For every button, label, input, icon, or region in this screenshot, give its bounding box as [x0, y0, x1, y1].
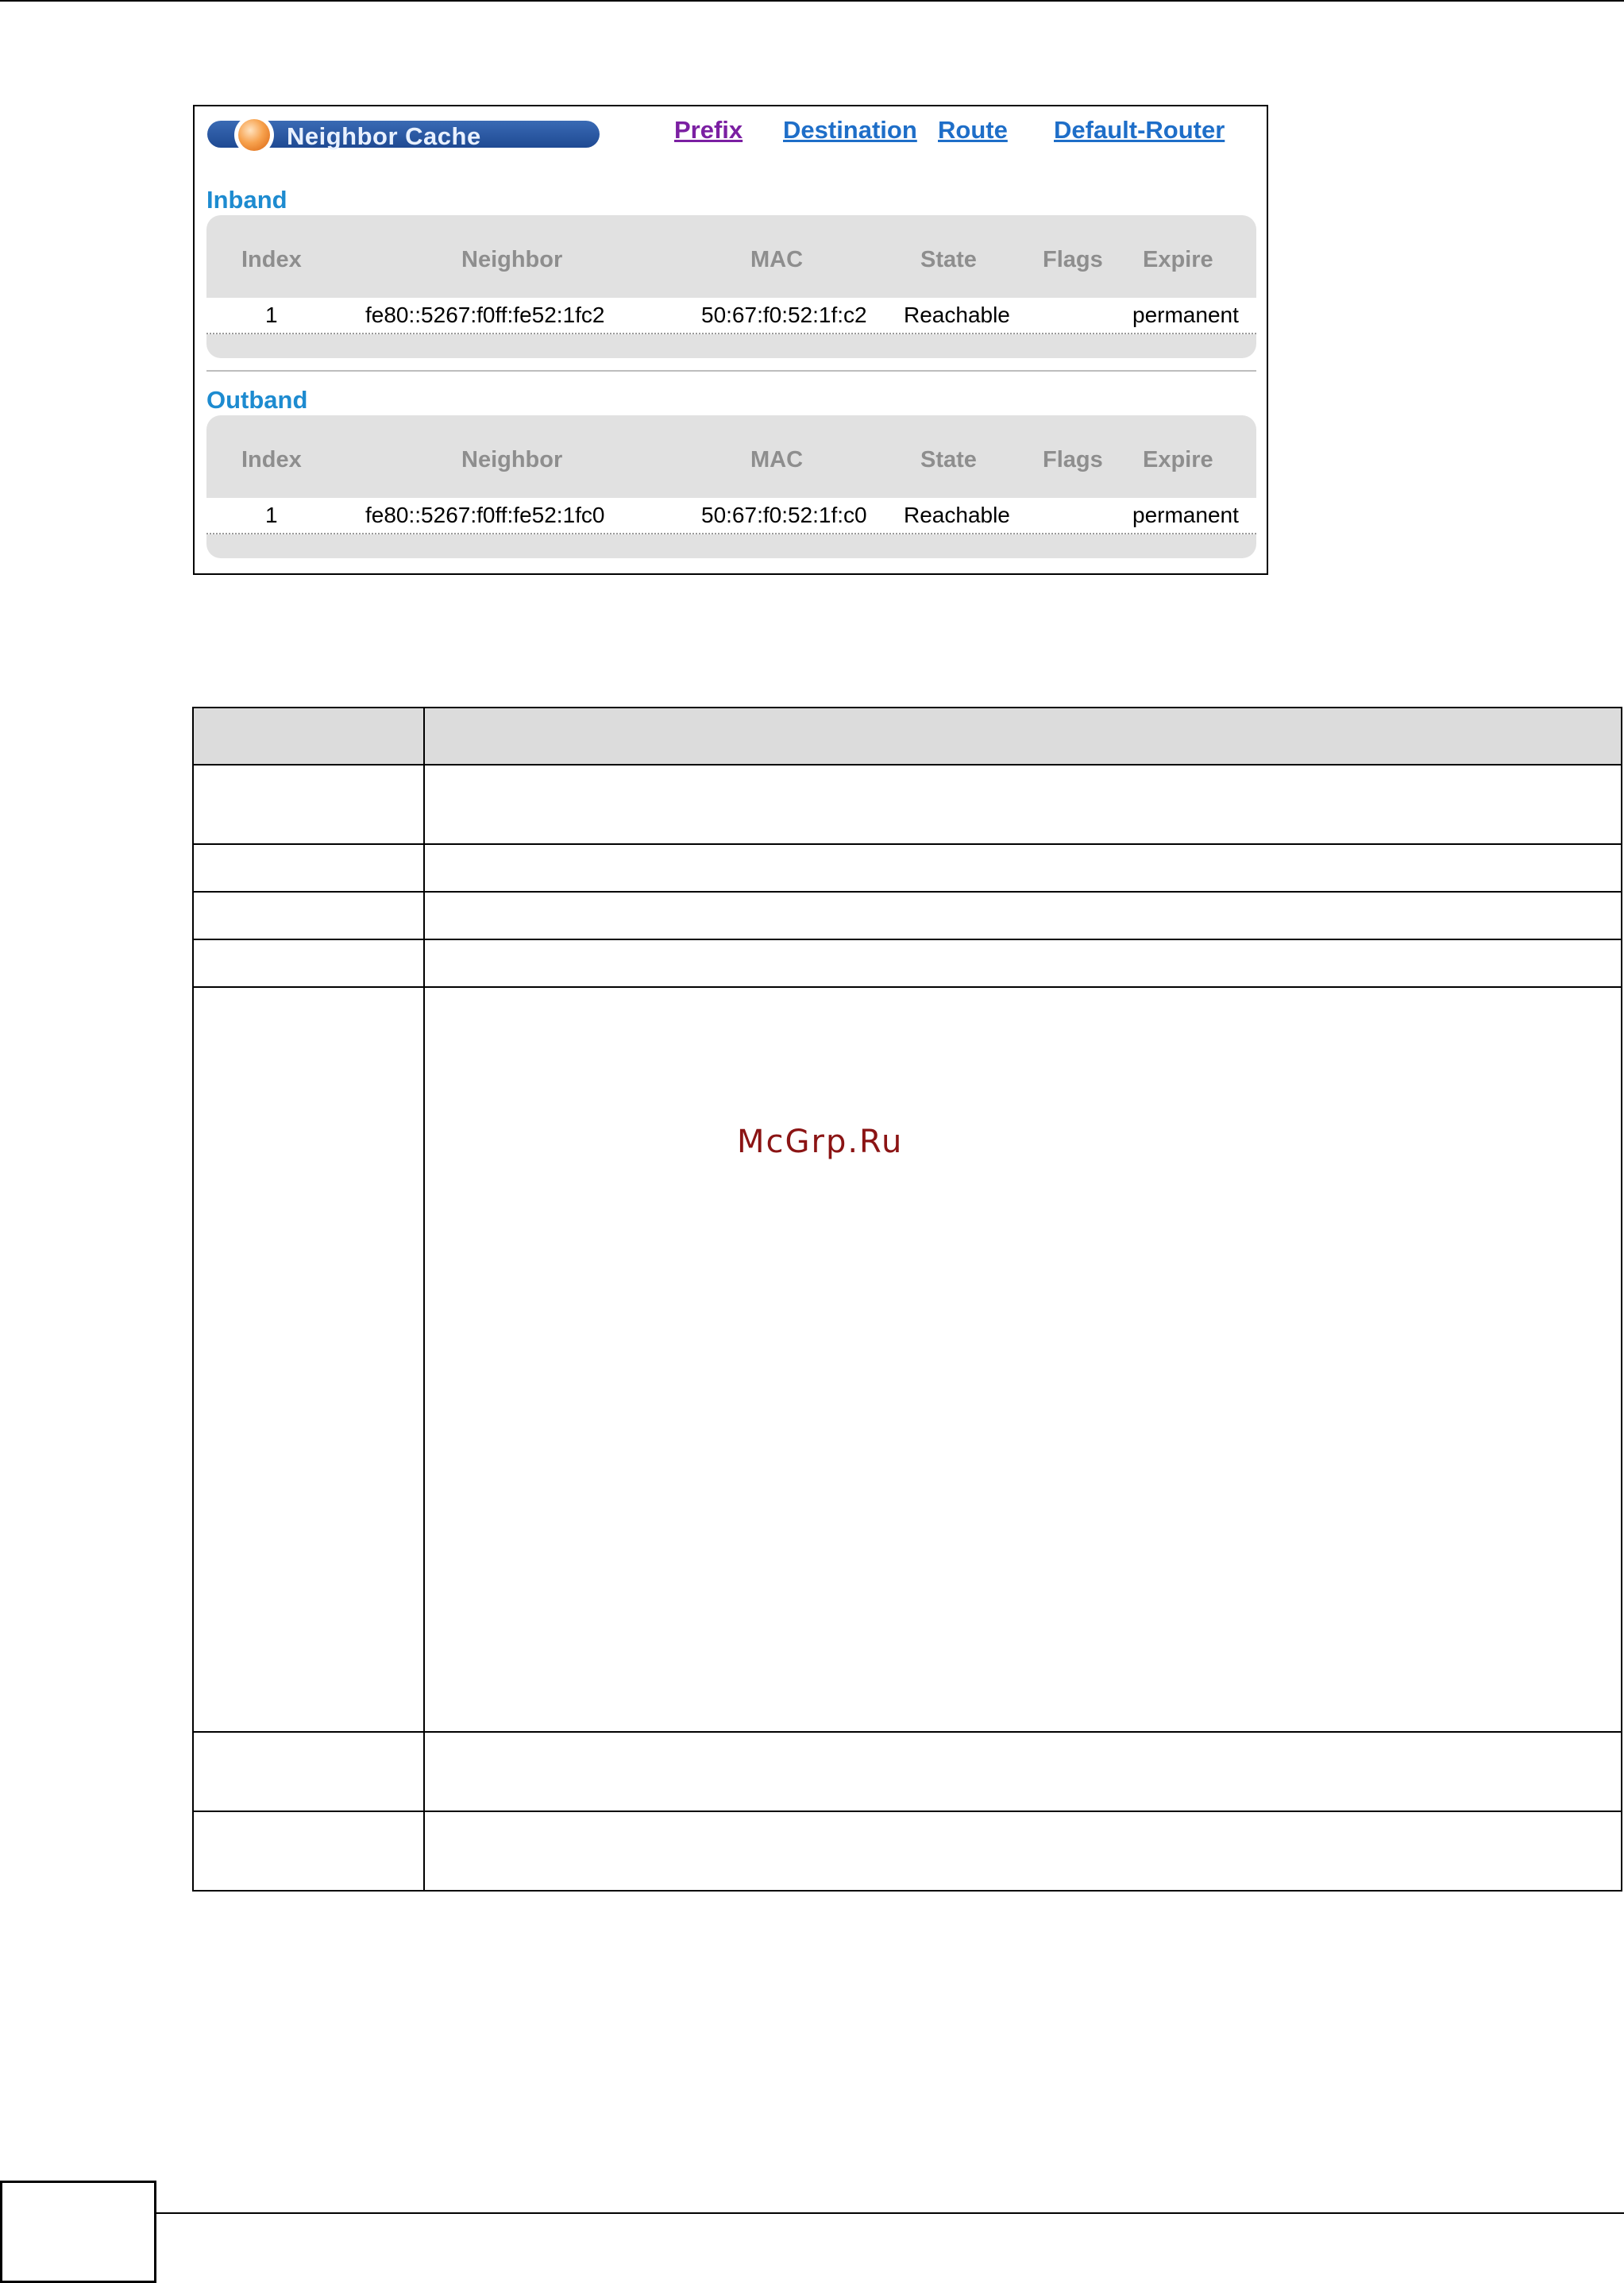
page-top-rule [0, 0, 1624, 2]
column-header-expire: Expire [1143, 247, 1213, 272]
cell-index: 1 [265, 503, 278, 527]
row-divider [194, 986, 1621, 988]
column-header-mac: MAC [750, 247, 804, 272]
column-header-mac: MAC [750, 447, 804, 472]
column-header-state: State [920, 447, 977, 472]
row-divider [194, 939, 1621, 940]
column-header-flags: Flags [1043, 247, 1103, 272]
outband-table: Index Neighbor MAC State Flags Expire 1 … [206, 415, 1256, 558]
column-header-neighbor: Neighbor [461, 447, 563, 472]
table-row[interactable]: 1 fe80::5267:f0ff:fe52:1fc0 50:67:f0:52:… [206, 498, 1256, 534]
cell-index: 1 [265, 303, 278, 327]
cell-state: Reachable [904, 303, 1010, 327]
outband-title: Outband [206, 386, 308, 414]
title-bar: Neighbor Cache [207, 115, 600, 155]
row-divider [194, 1811, 1621, 1812]
default-router-link[interactable]: Default-Router [1054, 116, 1225, 145]
orange-ball-icon [234, 115, 274, 155]
cell-state: Reachable [904, 503, 1010, 527]
row-divider [194, 843, 1621, 845]
table-row[interactable]: 1 fe80::5267:f0ff:fe52:1fc2 50:67:f0:52:… [206, 298, 1256, 334]
field-description-table [192, 707, 1622, 1892]
cell-mac: 50:67:f0:52:1f:c2 [701, 303, 867, 327]
cell-mac: 50:67:f0:52:1f:c0 [701, 503, 867, 527]
footer-rule [0, 2212, 1624, 2214]
panel-title: Neighbor Cache [287, 122, 481, 150]
column-header-index: Index [241, 247, 302, 272]
destination-link[interactable]: Destination [783, 116, 917, 145]
neighbor-cache-panel: Neighbor Cache Prefix Destination Route … [193, 105, 1268, 575]
page-number-box [0, 2181, 156, 2283]
route-link[interactable]: Route [938, 116, 1008, 145]
cell-neighbor: fe80::5267:f0ff:fe52:1fc0 [365, 503, 605, 527]
cell-expire: permanent [1132, 503, 1239, 527]
inband-title: Inband [206, 186, 287, 214]
column-header-neighbor: Neighbor [461, 247, 563, 272]
watermark: McGrp.Ru [737, 1124, 904, 1160]
column-header-state: State [920, 247, 977, 272]
row-divider [194, 1731, 1621, 1733]
cell-expire: permanent [1132, 303, 1239, 327]
section-divider [206, 370, 1256, 372]
description-table-header [194, 708, 1621, 765]
column-divider [423, 708, 425, 1890]
row-divider [194, 891, 1621, 893]
column-header-flags: Flags [1043, 447, 1103, 472]
cell-neighbor: fe80::5267:f0ff:fe52:1fc2 [365, 303, 605, 327]
inband-table: Index Neighbor MAC State Flags Expire 1 … [206, 215, 1256, 358]
column-header-index: Index [241, 447, 302, 472]
column-header-expire: Expire [1143, 447, 1213, 472]
prefix-link[interactable]: Prefix [674, 116, 743, 145]
